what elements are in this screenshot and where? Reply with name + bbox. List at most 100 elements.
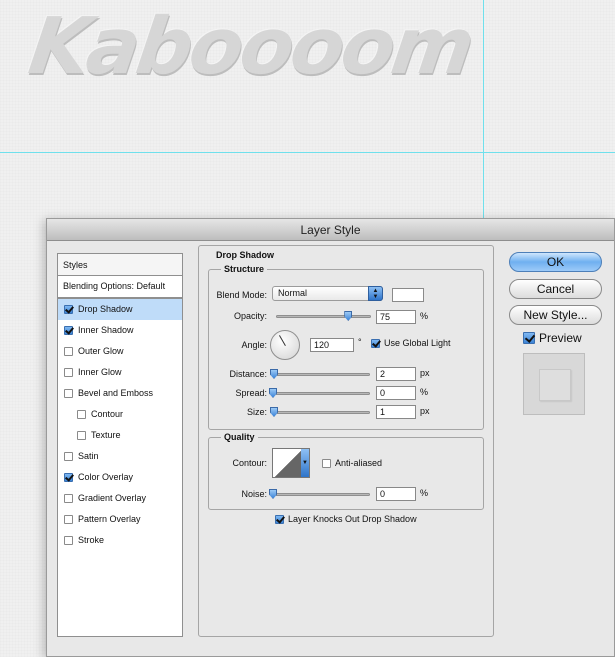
style-preview [523,353,585,415]
distance-input[interactable]: 2 [376,367,416,381]
style-item[interactable]: Stroke [58,530,182,551]
updown-arrows-icon: ▲ ▼ [368,286,383,301]
guide-horizontal [0,152,615,153]
style-item-label: Bevel and Emboss [78,388,154,398]
size-slider[interactable] [270,407,370,417]
checkbox-icon[interactable] [523,332,535,344]
contour-curve-icon [273,449,303,477]
style-item[interactable]: Gradient Overlay [58,488,182,509]
checkbox-icon[interactable] [322,458,331,468]
blending-options-item[interactable]: Blending Options: Default [58,276,182,299]
style-item-label: Inner Shadow [78,325,134,335]
checkbox-icon[interactable] [371,338,380,348]
checkbox-icon[interactable] [64,326,73,335]
noise-slider-knob[interactable] [269,489,277,499]
style-item-label: Outer Glow [78,346,124,356]
checkbox-icon[interactable] [64,536,73,545]
ok-button[interactable]: OK [509,252,602,272]
opacity-unit: % [420,311,429,321]
opacity-slider[interactable] [276,311,371,321]
shadow-color-swatch[interactable] [392,288,424,302]
style-item-label: Satin [78,451,99,461]
angle-dial[interactable] [270,330,300,360]
style-item[interactable]: Pattern Overlay [58,509,182,530]
drop-shadow-panel: Drop Shadow Structure Blend Mode: Normal… [198,245,494,637]
preview-checkbox[interactable]: Preview [523,331,582,345]
preview-thumbnail [539,369,571,401]
new-style-button[interactable]: New Style... [509,305,602,325]
checkbox-icon[interactable] [64,515,73,524]
chevron-down-icon[interactable]: ▼ [301,449,309,477]
angle-label: Angle: [241,340,267,350]
style-item[interactable]: Outer Glow [58,341,182,362]
checkbox-icon[interactable] [77,431,86,440]
style-item[interactable]: Drop Shadow [58,299,182,320]
style-item[interactable]: Inner Shadow [58,320,182,341]
opacity-label: Opacity: [233,311,267,321]
quality-title: Quality [221,432,258,442]
style-item[interactable]: Contour [58,404,182,425]
cancel-button[interactable]: Cancel [509,279,602,299]
size-input[interactable]: 1 [376,405,416,419]
angle-input[interactable]: 120 [310,338,354,352]
noise-slider[interactable] [269,489,370,499]
checkbox-icon[interactable] [64,389,73,398]
style-item[interactable]: Color Overlay [58,467,182,488]
style-item[interactable]: Bevel and Emboss [58,383,182,404]
preview-label: Preview [539,331,582,345]
spread-slider-knob[interactable] [269,388,277,398]
distance-slider-knob[interactable] [270,369,278,379]
noise-input[interactable]: 0 [376,487,416,501]
layer-knocks-out-checkbox[interactable]: Layer Knocks Out Drop Shadow [275,514,417,524]
checkbox-icon[interactable] [64,452,73,461]
spread-input[interactable]: 0 [376,386,416,400]
checkbox-icon[interactable] [64,473,73,482]
canvas-headline: Kaboooom [23,2,477,92]
style-item[interactable]: Satin [58,446,182,467]
style-item-label: Inner Glow [78,367,122,377]
spread-unit: % [420,387,429,397]
style-item[interactable]: Inner Glow [58,362,182,383]
layer-knocks-out-label: Layer Knocks Out Drop Shadow [288,514,417,524]
drop-shadow-title: Drop Shadow [216,250,274,260]
style-item-label: Gradient Overlay [78,493,147,503]
angle-unit: ° [358,337,362,347]
style-item-label: Color Overlay [78,472,134,482]
blend-mode-label: Blend Mode: [216,290,267,300]
size-slider-knob[interactable] [270,407,278,417]
size-unit: px [420,406,430,416]
distance-label: Distance: [229,369,267,379]
opacity-slider-knob[interactable] [344,311,353,321]
use-global-light-checkbox[interactable]: Use Global Light [371,338,451,348]
dialog-title[interactable]: Layer Style [47,219,614,241]
blend-mode-select[interactable]: Normal ▲ ▼ [272,286,383,301]
styles-list: Styles Blending Options: Default Drop Sh… [57,253,183,637]
checkbox-icon[interactable] [77,410,86,419]
style-item-label: Stroke [78,535,105,545]
checkbox-icon[interactable] [275,514,284,524]
contour-picker[interactable]: ▼ [272,448,310,478]
contour-label: Contour: [232,458,267,468]
noise-label: Noise: [241,489,267,499]
noise-unit: % [420,488,429,498]
checkbox-icon[interactable] [64,305,73,314]
blend-mode-value: Normal [278,288,308,298]
checkbox-icon[interactable] [64,368,73,377]
styles-header[interactable]: Styles [58,254,182,276]
structure-title: Structure [221,264,268,274]
style-item[interactable]: Texture [58,425,182,446]
checkbox-icon[interactable] [64,494,73,503]
layer-style-dialog: Layer Style Styles Blending Options: Def… [46,218,615,657]
anti-aliased-checkbox[interactable]: Anti-aliased [322,458,382,468]
style-item-label: Contour [91,409,124,419]
checkbox-icon[interactable] [64,347,73,356]
style-item-label: Drop Shadow [78,304,133,314]
distance-slider[interactable] [270,369,370,379]
size-label: Size: [246,407,267,417]
quality-group: Quality Contour: ▼ Anti-aliased Noise: 0… [208,432,484,510]
spread-slider[interactable] [269,388,370,398]
opacity-input[interactable]: 75 [376,310,416,324]
style-item-label: Texture [91,430,121,440]
use-global-light-label: Use Global Light [384,338,451,348]
angle-needle [279,335,286,346]
